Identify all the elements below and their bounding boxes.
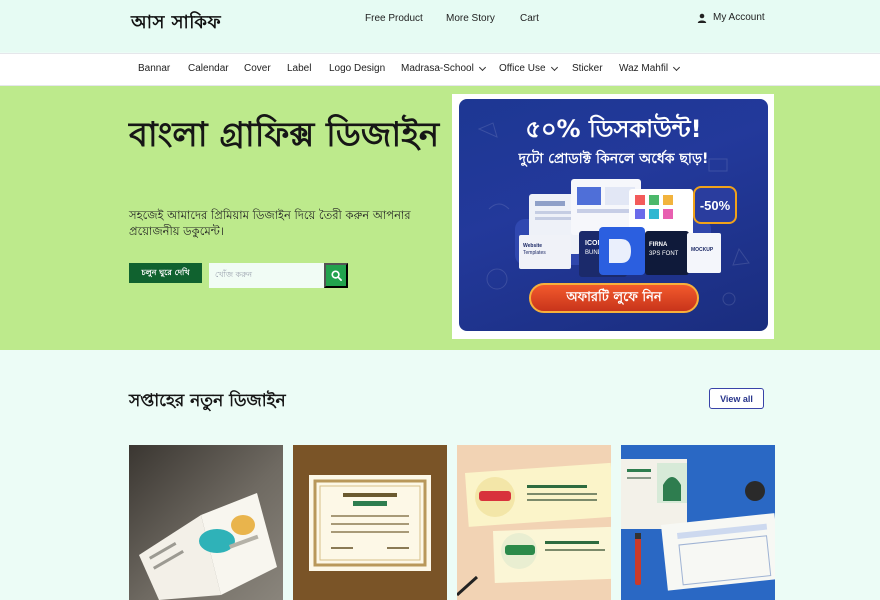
svg-text:MOCKUP: MOCKUP <box>691 247 714 253</box>
hero-subtitle: সহজেই আমাদের প্রিমিয়াম ডিজাইন দিয়ে তৈর… <box>129 208 411 238</box>
search-input[interactable]: খোঁজ করুন <box>209 263 324 288</box>
category-label: Office Use <box>499 63 546 74</box>
search-icon <box>330 270 342 281</box>
category-label: Bannar <box>138 63 171 74</box>
category-label: Label <box>287 63 312 74</box>
category-label: Waz Mahfil <box>619 63 669 74</box>
promo-cta-button[interactable]: অফারটি লুফে নিন <box>529 283 699 313</box>
category-office-use[interactable]: Office Use <box>499 63 558 74</box>
chevron-down-icon <box>673 63 681 71</box>
my-account-label: My Account <box>713 12 765 23</box>
promo-subline: দুটো প্রোডাক্ট কিনলে অর্ধেক ছাড়! <box>518 151 709 167</box>
explore-button[interactable]: চলুন ঘুরে দেখি <box>129 263 202 283</box>
promo-headline: ৫০% ডিসকাউন্ট! <box>525 115 702 143</box>
category-nav: Bannar Calendar Cover Label Logo Design … <box>0 53 880 86</box>
category-label: Logo Design <box>329 63 386 74</box>
chevron-down-icon <box>478 63 486 71</box>
category-madrasa-school[interactable]: Madrasa-School <box>401 63 486 74</box>
product-card-report[interactable] <box>621 445 775 600</box>
category-sticker[interactable]: Sticker <box>572 63 603 74</box>
product-image <box>621 459 775 591</box>
nav-more-story[interactable]: More Story <box>446 13 495 24</box>
site-logo[interactable]: আস সাকিফ <box>131 8 221 39</box>
category-label: Calendar <box>188 63 229 74</box>
product-card-brochure[interactable] <box>129 445 283 600</box>
discount-badge: -50% <box>693 186 737 224</box>
category-waz-mahfil[interactable]: Waz Mahfil <box>619 63 681 74</box>
my-account-link[interactable]: My Account <box>697 12 765 23</box>
product-image <box>139 493 277 600</box>
category-calendar[interactable]: Calendar <box>188 63 229 74</box>
view-all-button[interactable]: View all <box>709 388 764 409</box>
category-logo-design[interactable]: Logo Design <box>329 63 385 74</box>
hero-title: বাংলা গ্রাফিক্স ডিজাইন <box>129 115 440 155</box>
user-icon <box>697 13 707 23</box>
product-card-invitation[interactable] <box>457 445 611 600</box>
product-card-certificate[interactable] <box>293 445 447 600</box>
category-label: Cover <box>244 63 271 74</box>
section-title: সপ্তাহের নতুন ডিজাইন <box>129 391 286 411</box>
category-label: Sticker <box>572 63 603 74</box>
category-cover[interactable]: Cover <box>244 63 271 74</box>
nav-cart[interactable]: Cart <box>520 13 539 24</box>
chevron-down-icon <box>550 63 558 71</box>
category-label-item[interactable]: Label <box>287 63 311 74</box>
search-button[interactable] <box>324 263 348 288</box>
product-image <box>457 462 611 597</box>
category-bannar[interactable]: Bannar <box>138 63 170 74</box>
product-image <box>309 475 431 571</box>
svg-text:FIRNA: FIRNA <box>649 242 668 248</box>
svg-text:Website: Website <box>523 243 542 249</box>
category-label: Madrasa-School <box>401 63 474 74</box>
nav-free-product[interactable]: Free Product <box>365 13 423 24</box>
svg-text:Templates: Templates <box>523 250 546 256</box>
top-header: আস সাকিফ Free Product More Story Cart My… <box>0 0 880 52</box>
svg-text:3PS FONT: 3PS FONT <box>649 251 679 257</box>
promo-banner[interactable]: ICON BUNDLES FIRNA 3PS FONT MOCKUP Websi… <box>459 99 768 331</box>
